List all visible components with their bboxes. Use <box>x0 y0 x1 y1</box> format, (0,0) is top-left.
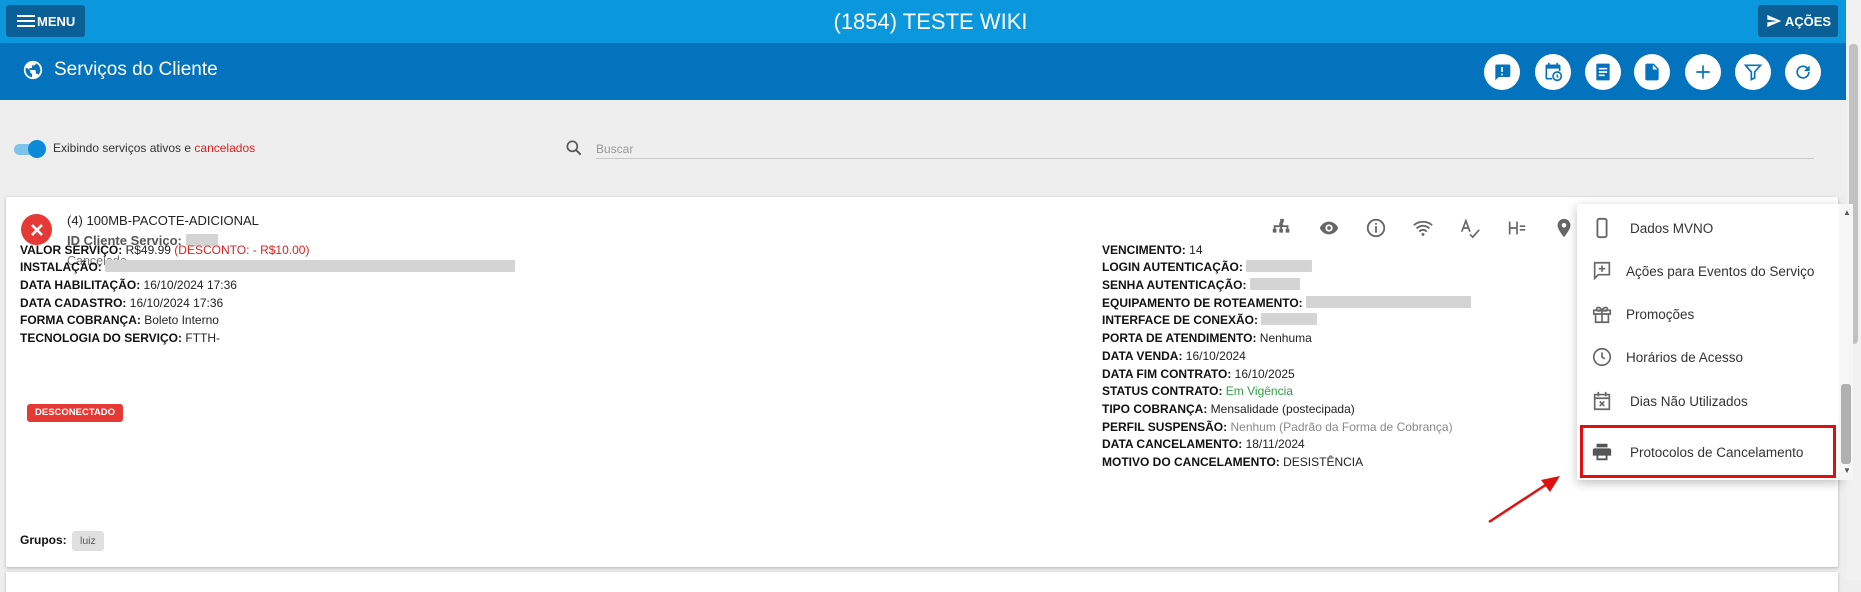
format-header-icon[interactable] <box>1506 217 1528 239</box>
field-status-contrato: STATUS CONTRATO: Em Vigência <box>1102 384 1293 398</box>
scroll-up-arrow-icon[interactable]: ▲ <box>1843 208 1851 217</box>
show-canceled-toggle[interactable] <box>14 139 46 159</box>
map-marker-icon[interactable] <box>1553 217 1575 239</box>
filter-button[interactable] <box>1735 54 1771 90</box>
field-valor-servico: VALOR SERVIÇO: R$49.99 (DESCONTO: - R$10… <box>20 243 310 257</box>
notes-button[interactable] <box>1585 54 1621 90</box>
document-button[interactable] <box>1634 54 1670 90</box>
filter-icon <box>1743 64 1763 81</box>
field-perfil-suspensao: PERFIL SUSPENSÃO: Nenhum (Padrão da Form… <box>1102 420 1453 434</box>
field-data-fim-contrato: DATA FIM CONTRATO: 16/10/2025 <box>1102 367 1295 381</box>
app-title: (1854) TESTE WIKI <box>833 9 1028 34</box>
network-tree-icon[interactable] <box>1271 217 1293 239</box>
message-plus-icon <box>1593 261 1611 281</box>
notes-icon <box>1596 63 1610 81</box>
refresh-button[interactable] <box>1785 54 1821 90</box>
service-name: (4) 100MB-PACOTE-ADICIONAL <box>67 213 259 228</box>
show-canceled-label: Exibindo serviços ativos e cancelados <box>53 141 256 155</box>
field-interface-conexao: INTERFACE DE CONEXÃO: <box>1102 313 1318 327</box>
actions-button[interactable]: AÇÕES <box>1758 5 1838 37</box>
send-icon <box>1767 15 1782 27</box>
top-bar: MENU (1854) TESTE WIKI AÇÕES <box>0 0 1861 43</box>
calendar-clock-icon <box>1545 62 1563 82</box>
status-badge: DESCONECTADO <box>27 404 124 422</box>
field-data-habilitacao: DATA HABILITAÇÃO: 16/10/2024 17:36 <box>20 278 237 292</box>
wifi-icon[interactable] <box>1412 217 1434 239</box>
document-icon <box>1645 63 1659 81</box>
globe-icon <box>23 60 43 80</box>
annotation-highlight-box <box>1580 425 1836 478</box>
spellcheck-icon[interactable] <box>1459 217 1481 239</box>
field-data-cadastro: DATA CADASTRO: 16/10/2024 17:36 <box>20 296 224 310</box>
search-input[interactable] <box>596 139 1814 159</box>
field-forma-cobranca: FORMA COBRANÇA: Boleto Interno <box>20 313 219 327</box>
field-equipamento-roteamento: EQUIPAMENTO DE ROTEAMENTO: <box>1102 296 1472 310</box>
page-header: Serviços do Cliente <box>0 43 1846 100</box>
alert-comment-icon <box>1495 64 1511 81</box>
groups-label: Grupos: <box>20 533 67 547</box>
add-icon <box>1696 65 1710 79</box>
dropdown-scrollbar-thumb[interactable] <box>1841 384 1851 464</box>
field-data-venda: DATA VENDA: 16/10/2024 <box>1102 349 1246 363</box>
scroll-down-arrow-icon[interactable]: ▼ <box>1843 466 1851 475</box>
menu-item-horarios-acesso[interactable]: Horários de Acesso <box>1577 335 1841 379</box>
field-motivo-cancelamento: MOTIVO DO CANCELAMENTO: DESISTÊNCIA <box>1102 455 1364 469</box>
field-instalacao: INSTALAÇÃO: <box>20 260 516 274</box>
menu-item-dias-nao-utilizados[interactable]: Dias Não Utilizados <box>1577 379 1841 423</box>
add-button[interactable] <box>1685 54 1721 90</box>
field-tipo-cobranca: TIPO COBRANÇA: Mensalidade (postecipada) <box>1102 402 1355 416</box>
field-tecnologia: TECNOLOGIA DO SERVIÇO: FTTH- <box>20 331 221 345</box>
menu-item-promocoes[interactable]: Promoções <box>1577 292 1841 336</box>
field-porta-atendimento: PORTA DE ATENDIMENTO: Nenhuma <box>1102 331 1312 345</box>
menu-item-dados-mvno[interactable]: Dados MVNO <box>1577 206 1841 250</box>
info-icon[interactable] <box>1365 217 1387 239</box>
cellphone-icon <box>1596 217 1608 239</box>
next-service-card <box>6 572 1838 592</box>
field-data-cancelamento: DATA CANCELAMENTO: 18/11/2024 <box>1102 437 1305 451</box>
menu-item-acoes-eventos[interactable]: Ações para Eventos do Serviço <box>1577 249 1841 293</box>
group-chip[interactable]: luiz <box>72 531 104 551</box>
clock-icon <box>1592 347 1612 367</box>
search-icon <box>566 140 582 156</box>
service-card: (4) 100MB-PACOTE-ADICIONAL ID Cliente Se… <box>6 197 1838 567</box>
calendar-remove-icon <box>1593 391 1611 411</box>
actions-label: AÇÕES <box>1784 13 1832 29</box>
calendar-clock-button[interactable] <box>1535 54 1571 90</box>
canceled-status-icon <box>21 214 52 245</box>
field-senha-autenticacao: SENHA AUTENTICAÇÃO: <box>1102 278 1300 292</box>
refresh-icon <box>1796 65 1810 79</box>
field-vencimento: VENCIMENTO: 14 <box>1102 243 1203 257</box>
alert-comment-button[interactable] <box>1484 54 1520 90</box>
page-title: Serviços do Cliente <box>54 59 218 80</box>
eye-icon[interactable] <box>1318 217 1340 239</box>
field-login-autenticacao: LOGIN AUTENTICAÇÃO: <box>1102 260 1313 274</box>
gift-icon <box>1592 306 1612 324</box>
